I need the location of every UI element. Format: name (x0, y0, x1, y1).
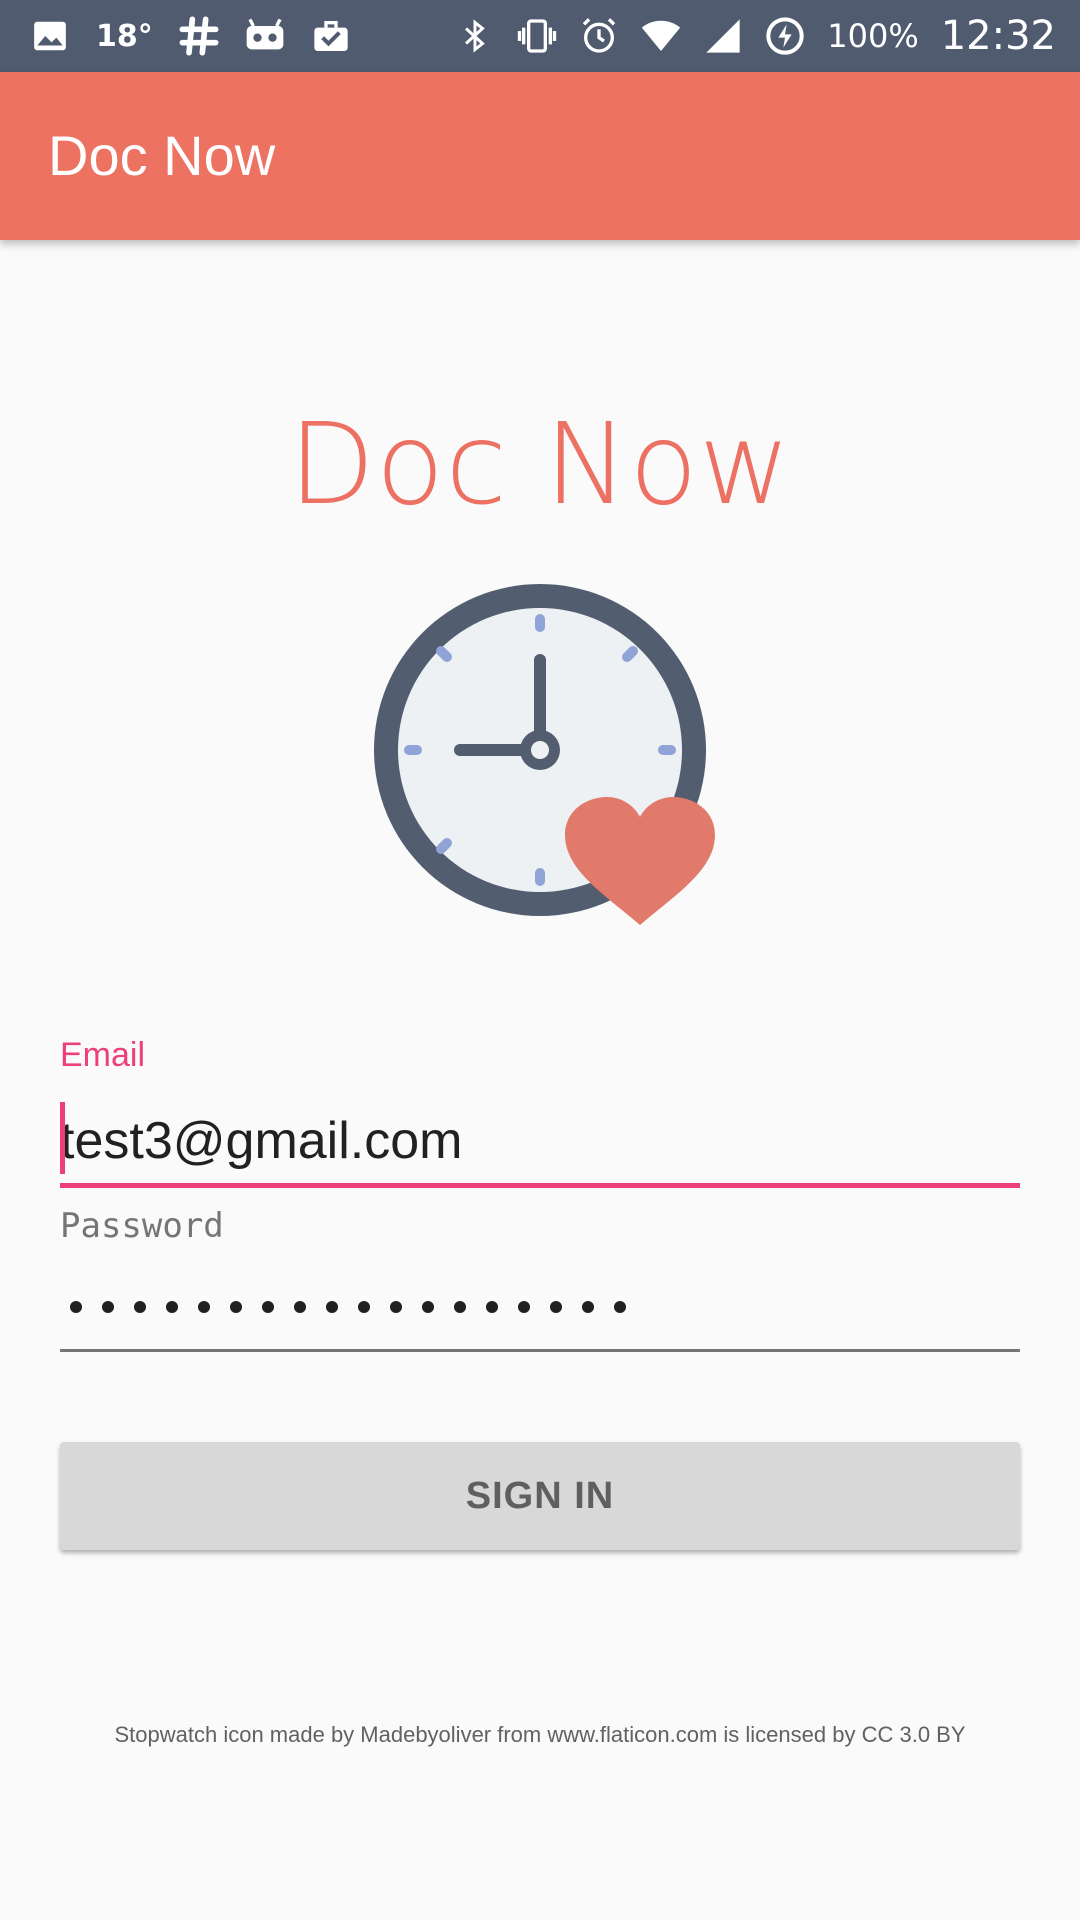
briefcase-icon (311, 16, 351, 56)
password-dot (454, 1301, 466, 1313)
battery-saver-icon (765, 16, 805, 56)
password-dot (550, 1301, 562, 1313)
cardboard-icon (245, 16, 285, 56)
attribution-text: Stopwatch icon made by Madebyoliver from… (114, 1722, 966, 1747)
password-dot (582, 1301, 594, 1313)
password-dot (326, 1301, 338, 1313)
signal-icon (703, 16, 743, 56)
email-label: Email (60, 1036, 146, 1074)
text-cursor (60, 1102, 65, 1174)
password-dot (294, 1301, 306, 1313)
battery-percent: 100% (827, 17, 919, 55)
password-dot (422, 1301, 434, 1313)
vibrate-icon (517, 16, 557, 56)
password-dot (230, 1301, 242, 1313)
image-icon (30, 16, 70, 56)
password-mask (60, 1262, 646, 1352)
clock-heart-icon (355, 565, 725, 935)
password-dot (134, 1301, 146, 1313)
bluetooth-icon (455, 16, 495, 56)
clock-time: 12:32 (940, 13, 1056, 59)
password-dot (198, 1301, 210, 1313)
password-dot (486, 1301, 498, 1313)
password-dot (358, 1301, 370, 1313)
password-dot (70, 1301, 82, 1313)
logo-text: Doc Now (288, 400, 792, 530)
temperature-text: 18° (96, 18, 153, 54)
app-bar: Doc Now (0, 72, 1080, 240)
password-dot (390, 1301, 402, 1313)
sign-in-button[interactable]: SIGN IN (60, 1442, 1020, 1550)
status-bar: 18° 100% 12:32 (0, 0, 1080, 72)
password-dot (518, 1301, 530, 1313)
password-label: Password (60, 1206, 224, 1246)
password-dot (102, 1301, 114, 1313)
password-dot (262, 1301, 274, 1313)
wifi-icon (641, 16, 681, 56)
email-field[interactable] (60, 1098, 1020, 1188)
alarm-icon (579, 16, 619, 56)
app-title: Doc Now (48, 124, 276, 187)
password-dot (166, 1301, 178, 1313)
password-dot (614, 1301, 626, 1313)
slack-icon (179, 16, 219, 56)
